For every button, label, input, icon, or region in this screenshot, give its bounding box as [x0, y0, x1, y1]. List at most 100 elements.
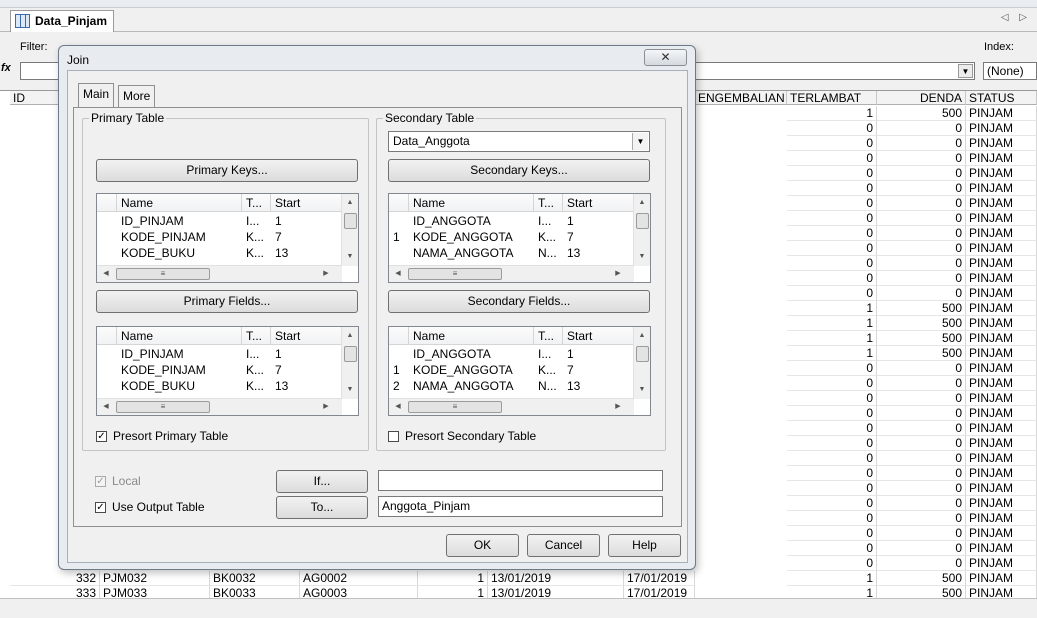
grid-cell-terlambat[interactable]: 0	[787, 511, 877, 526]
to-button[interactable]: To...	[276, 496, 368, 519]
grid-cell-status[interactable]: PINJAM	[966, 406, 1037, 421]
list-column-header[interactable]	[389, 327, 409, 345]
grid-cell-terlambat[interactable]: 1	[787, 571, 877, 586]
scroll-thumb[interactable]: ≡	[408, 268, 502, 280]
help-button[interactable]: Help	[608, 534, 681, 557]
grid-cell-denda[interactable]: 0	[877, 286, 966, 301]
grid-cell-denda[interactable]: 0	[877, 376, 966, 391]
vertical-scrollbar[interactable]: ▲ ▼	[633, 327, 650, 399]
grid-cell-status[interactable]: PINJAM	[966, 136, 1037, 151]
grid-cell-status[interactable]: PINJAM	[966, 106, 1037, 121]
grid-cell-terlambat[interactable]: 0	[787, 466, 877, 481]
grid-cell-terlambat[interactable]: 0	[787, 481, 877, 496]
scroll-up-icon[interactable]: ▲	[634, 195, 650, 211]
grid-cell-status[interactable]: PINJAM	[966, 316, 1037, 331]
vertical-scrollbar[interactable]: ▲ ▼	[341, 194, 358, 266]
vertical-scrollbar[interactable]: ▲ ▼	[633, 194, 650, 266]
list-item[interactable]: KODE_PINJAM K... 7	[97, 362, 342, 378]
grid-cell-denda[interactable]: 0	[877, 406, 966, 421]
list-item[interactable]: KODE_PINJAM K... 7	[97, 229, 342, 245]
grid-cell-terlambat[interactable]: 0	[787, 286, 877, 301]
grid-cell-terlambat[interactable]: 0	[787, 271, 877, 286]
grid-cell-denda[interactable]: 0	[877, 226, 966, 241]
grid-cell-denda[interactable]: 0	[877, 526, 966, 541]
grid-cell-denda[interactable]: 0	[877, 256, 966, 271]
secondary-table-select[interactable]: Data_Anggota ▼	[388, 131, 650, 152]
grid-cell-status[interactable]: PINJAM	[966, 271, 1037, 286]
grid-cell-id[interactable]: 332	[10, 571, 100, 586]
chevron-down-icon[interactable]: ▼	[958, 64, 973, 78]
primary-fields-list[interactable]: Name T... Start ID_PINJAM I... 1 KODE_PINJAM K.…	[96, 326, 359, 416]
grid-cell-denda[interactable]: 0	[877, 436, 966, 451]
grid-cell-tgl_kembali[interactable]: 17/01/2019	[624, 571, 695, 586]
grid-cell-terlambat[interactable]: 0	[787, 121, 877, 136]
grid-cell-terlambat[interactable]: 1	[787, 316, 877, 331]
grid-cell-denda[interactable]: 0	[877, 151, 966, 166]
column-header-denda[interactable]: DENDA	[877, 91, 966, 105]
grid-cell-status[interactable]: PINJAM	[966, 556, 1037, 571]
scroll-thumb[interactable]	[344, 213, 357, 229]
scroll-up-icon[interactable]: ▲	[634, 328, 650, 344]
list-column-header[interactable]: T...	[242, 327, 271, 345]
grid-cell-status[interactable]: PINJAM	[966, 451, 1037, 466]
grid-cell-qty[interactable]: 1	[418, 571, 488, 586]
grid-cell-terlambat[interactable]: 0	[787, 496, 877, 511]
list-item[interactable]: ID_PINJAM I... 1	[97, 346, 342, 362]
grid-cell-terlambat[interactable]: 0	[787, 361, 877, 376]
grid-cell-terlambat[interactable]: 0	[787, 151, 877, 166]
grid-cell-denda[interactable]: 0	[877, 451, 966, 466]
scroll-thumb[interactable]	[636, 213, 649, 229]
grid-cell-status[interactable]: PINJAM	[966, 436, 1037, 451]
local-checkbox[interactable]: ✓	[95, 476, 106, 487]
grid-cell-denda[interactable]: 0	[877, 271, 966, 286]
tab-main[interactable]: Main	[78, 83, 115, 107]
grid-cell-denda[interactable]: 0	[877, 136, 966, 151]
grid-cell-status[interactable]: PINJAM	[966, 346, 1037, 361]
tab-scroll-arrows[interactable]: ◁ ▷	[1001, 12, 1031, 23]
scroll-down-icon[interactable]: ▼	[634, 249, 650, 265]
list-item[interactable]: ID_ANGGOTA I... 1	[389, 346, 634, 362]
grid-cell-anggota[interactable]: AG0002	[300, 571, 418, 586]
grid-cell-denda[interactable]: 0	[877, 181, 966, 196]
scroll-right-icon[interactable]: ▶	[610, 399, 626, 415]
primary-keys-list[interactable]: Name T... Start ID_PINJAM I... 1 KODE_PINJAM K.…	[96, 193, 359, 283]
grid-cell-terlambat[interactable]: 1	[787, 301, 877, 316]
list-column-header[interactable]: Name	[117, 194, 242, 212]
scroll-thumb[interactable]	[636, 346, 649, 362]
presort-secondary-checkbox[interactable]	[388, 431, 399, 442]
grid-cell-denda[interactable]: 500	[877, 331, 966, 346]
grid-cell-denda[interactable]: 0	[877, 211, 966, 226]
grid-cell-terlambat[interactable]: 0	[787, 556, 877, 571]
primary-fields-button[interactable]: Primary Fields...	[96, 290, 358, 313]
grid-cell-denda[interactable]: 500	[877, 106, 966, 121]
list-column-header[interactable]: Name	[409, 194, 534, 212]
list-item[interactable]: 1 KODE_ANGGOTA K... 7	[389, 362, 634, 378]
scroll-down-icon[interactable]: ▼	[634, 382, 650, 398]
horizontal-scrollbar[interactable]: ◀ ≡ ▶	[389, 265, 634, 282]
scroll-left-icon[interactable]: ◀	[98, 266, 114, 282]
tab-more[interactable]: More	[118, 85, 156, 107]
grid-cell-status[interactable]: PINJAM	[966, 376, 1037, 391]
vertical-scrollbar[interactable]: ▲ ▼	[341, 327, 358, 399]
secondary-keys-button[interactable]: Secondary Keys...	[388, 159, 650, 182]
scroll-thumb[interactable]: ≡	[116, 401, 210, 413]
grid-cell-status[interactable]: PINJAM	[966, 121, 1037, 136]
grid-cell-status[interactable]: PINJAM	[966, 571, 1037, 586]
list-item[interactable]: KODE_BUKU K... 13	[97, 378, 342, 394]
grid-cell-status[interactable]: PINJAM	[966, 301, 1037, 316]
list-column-header[interactable]: Name	[117, 327, 242, 345]
grid-cell-denda[interactable]: 0	[877, 511, 966, 526]
grid-cell-terlambat[interactable]: 0	[787, 226, 877, 241]
grid-cell-denda[interactable]: 0	[877, 361, 966, 376]
list-column-header[interactable]: Start	[271, 194, 342, 212]
grid-cell-terlambat[interactable]: 0	[787, 196, 877, 211]
filter-expression-icon[interactable]: fx	[1, 62, 11, 74]
list-column-header[interactable]	[97, 327, 117, 345]
grid-cell-denda[interactable]: 0	[877, 496, 966, 511]
grid-cell-denda[interactable]: 500	[877, 316, 966, 331]
grid-cell-status[interactable]: PINJAM	[966, 526, 1037, 541]
column-header-status[interactable]: STATUS	[966, 91, 1037, 105]
if-button[interactable]: If...	[276, 470, 368, 493]
grid-cell-terlambat[interactable]: 0	[787, 436, 877, 451]
grid-cell-buku[interactable]: BK0032	[210, 571, 300, 586]
